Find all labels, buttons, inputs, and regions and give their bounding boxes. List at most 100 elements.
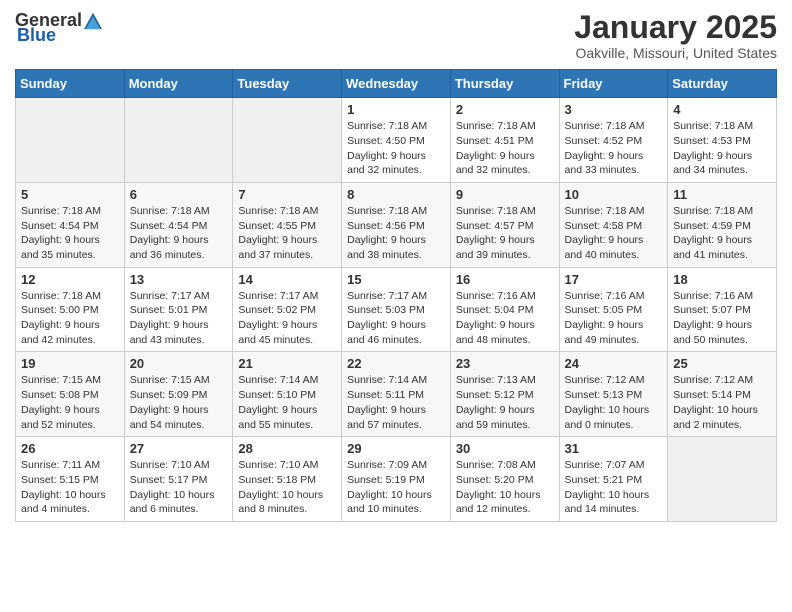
day-number: 7 <box>238 187 336 202</box>
calendar-cell: 25 Sunrise: 7:12 AMSunset: 5:14 PMDayligh… <box>668 352 777 437</box>
day-number: 14 <box>238 272 336 287</box>
day-info: Sunrise: 7:12 AMSunset: 5:14 PMDaylight:… <box>673 373 771 432</box>
day-info: Sunrise: 7:18 AMSunset: 4:57 PMDaylight:… <box>456 204 554 263</box>
day-info: Sunrise: 7:18 AMSunset: 4:54 PMDaylight:… <box>21 204 119 263</box>
weekday-header: Saturday <box>668 70 777 98</box>
day-info: Sunrise: 7:16 AMSunset: 5:05 PMDaylight:… <box>565 289 663 348</box>
day-number: 1 <box>347 102 445 117</box>
day-info: Sunrise: 7:11 AMSunset: 5:15 PMDaylight:… <box>21 458 119 517</box>
day-number: 25 <box>673 356 771 371</box>
day-info: Sunrise: 7:17 AMSunset: 5:03 PMDaylight:… <box>347 289 445 348</box>
day-number: 23 <box>456 356 554 371</box>
day-info: Sunrise: 7:15 AMSunset: 5:09 PMDaylight:… <box>130 373 228 432</box>
calendar-cell: 22 Sunrise: 7:14 AMSunset: 5:11 PMDayligh… <box>342 352 451 437</box>
calendar-cell: 11 Sunrise: 7:18 AMSunset: 4:59 PMDayligh… <box>668 182 777 267</box>
day-info: Sunrise: 7:18 AMSunset: 4:59 PMDaylight:… <box>673 204 771 263</box>
day-info: Sunrise: 7:18 AMSunset: 4:56 PMDaylight:… <box>347 204 445 263</box>
calendar-cell: 8 Sunrise: 7:18 AMSunset: 4:56 PMDaylight… <box>342 182 451 267</box>
day-number: 17 <box>565 272 663 287</box>
day-number: 22 <box>347 356 445 371</box>
calendar-cell <box>668 437 777 522</box>
calendar-cell: 26Sunrise: 7:11 AMSunset: 5:15 PMDayligh… <box>16 437 125 522</box>
day-info: Sunrise: 7:07 AMSunset: 5:21 PMDaylight:… <box>565 458 663 517</box>
weekday-header: Sunday <box>16 70 125 98</box>
calendar-cell: 31 Sunrise: 7:07 AMSunset: 5:21 PMDayligh… <box>559 437 668 522</box>
calendar-week-row: 19Sunrise: 7:15 AMSunset: 5:08 PMDayligh… <box>16 352 777 437</box>
day-number: 12 <box>21 272 119 287</box>
calendar-cell: 28Sunrise: 7:10 AMSunset: 5:18 PMDayligh… <box>233 437 342 522</box>
day-info: Sunrise: 7:18 AMSunset: 4:53 PMDaylight:… <box>673 119 771 178</box>
day-number: 2 <box>456 102 554 117</box>
calendar-cell: 4Sunrise: 7:18 AMSunset: 4:53 PMDaylight… <box>668 98 777 183</box>
calendar: SundayMondayTuesdayWednesdayThursdayFrid… <box>15 69 777 522</box>
day-info: Sunrise: 7:14 AMSunset: 5:11 PMDaylight:… <box>347 373 445 432</box>
header-right: January 2025 Oakville, Missouri, United … <box>574 10 777 61</box>
day-info: Sunrise: 7:18 AMSunset: 4:55 PMDaylight:… <box>238 204 336 263</box>
day-info: Sunrise: 7:14 AMSunset: 5:10 PMDaylight:… <box>238 373 336 432</box>
day-info: Sunrise: 7:16 AMSunset: 5:07 PMDaylight:… <box>673 289 771 348</box>
day-number: 10 <box>565 187 663 202</box>
calendar-cell: 7 Sunrise: 7:18 AMSunset: 4:55 PMDaylight… <box>233 182 342 267</box>
calendar-cell: 20Sunrise: 7:15 AMSunset: 5:09 PMDayligh… <box>124 352 233 437</box>
day-info: Sunrise: 7:12 AMSunset: 5:13 PMDaylight:… <box>565 373 663 432</box>
day-number: 3 <box>565 102 663 117</box>
day-number: 13 <box>130 272 228 287</box>
weekday-header: Tuesday <box>233 70 342 98</box>
logo-icon <box>84 12 102 30</box>
calendar-cell: 6 Sunrise: 7:18 AMSunset: 4:54 PMDaylight… <box>124 182 233 267</box>
weekday-header: Friday <box>559 70 668 98</box>
day-info: Sunrise: 7:18 AMSunset: 4:58 PMDaylight:… <box>565 204 663 263</box>
day-number: 15 <box>347 272 445 287</box>
calendar-cell: 21 Sunrise: 7:14 AMSunset: 5:10 PMDayligh… <box>233 352 342 437</box>
calendar-cell: 19Sunrise: 7:15 AMSunset: 5:08 PMDayligh… <box>16 352 125 437</box>
day-number: 8 <box>347 187 445 202</box>
day-number: 21 <box>238 356 336 371</box>
calendar-cell: 14Sunrise: 7:17 AMSunset: 5:02 PMDayligh… <box>233 267 342 352</box>
calendar-cell: 12 Sunrise: 7:18 AMSunset: 5:00 PMDayligh… <box>16 267 125 352</box>
calendar-cell <box>16 98 125 183</box>
header: General Blue January 2025 Oakville, Miss… <box>15 10 777 61</box>
calendar-cell: 9Sunrise: 7:18 AMSunset: 4:57 PMDaylight… <box>450 182 559 267</box>
day-number: 18 <box>673 272 771 287</box>
weekday-header: Wednesday <box>342 70 451 98</box>
day-info: Sunrise: 7:10 AMSunset: 5:17 PMDaylight:… <box>130 458 228 517</box>
day-number: 5 <box>21 187 119 202</box>
calendar-cell: 29 Sunrise: 7:09 AMSunset: 5:19 PMDayligh… <box>342 437 451 522</box>
day-info: Sunrise: 7:13 AMSunset: 5:12 PMDaylight:… <box>456 373 554 432</box>
day-info: Sunrise: 7:09 AMSunset: 5:19 PMDaylight:… <box>347 458 445 517</box>
weekday-header: Thursday <box>450 70 559 98</box>
weekday-header-row: SundayMondayTuesdayWednesdayThursdayFrid… <box>16 70 777 98</box>
calendar-week-row: 26Sunrise: 7:11 AMSunset: 5:15 PMDayligh… <box>16 437 777 522</box>
weekday-header: Monday <box>124 70 233 98</box>
calendar-week-row: 1 Sunrise: 7:18 AMSunset: 4:50 PMDaylight… <box>16 98 777 183</box>
calendar-cell: 30Sunrise: 7:08 AMSunset: 5:20 PMDayligh… <box>450 437 559 522</box>
month-title: January 2025 <box>574 10 777 45</box>
calendar-cell: 18 Sunrise: 7:16 AMSunset: 5:07 PMDayligh… <box>668 267 777 352</box>
calendar-cell: 23 Sunrise: 7:13 AMSunset: 5:12 PMDayligh… <box>450 352 559 437</box>
calendar-cell: 27 Sunrise: 7:10 AMSunset: 5:17 PMDayligh… <box>124 437 233 522</box>
day-info: Sunrise: 7:18 AMSunset: 4:50 PMDaylight:… <box>347 119 445 178</box>
calendar-week-row: 5 Sunrise: 7:18 AMSunset: 4:54 PMDaylight… <box>16 182 777 267</box>
calendar-cell: 1 Sunrise: 7:18 AMSunset: 4:50 PMDaylight… <box>342 98 451 183</box>
calendar-cell: 3 Sunrise: 7:18 AMSunset: 4:52 PMDaylight… <box>559 98 668 183</box>
day-number: 16 <box>456 272 554 287</box>
day-info: Sunrise: 7:18 AMSunset: 5:00 PMDaylight:… <box>21 289 119 348</box>
day-info: Sunrise: 7:18 AMSunset: 4:54 PMDaylight:… <box>130 204 228 263</box>
calendar-cell <box>124 98 233 183</box>
location: Oakville, Missouri, United States <box>574 45 777 61</box>
logo-blue: Blue <box>17 25 56 46</box>
day-number: 27 <box>130 441 228 456</box>
day-number: 29 <box>347 441 445 456</box>
day-info: Sunrise: 7:18 AMSunset: 4:52 PMDaylight:… <box>565 119 663 178</box>
calendar-cell: 5 Sunrise: 7:18 AMSunset: 4:54 PMDaylight… <box>16 182 125 267</box>
day-number: 11 <box>673 187 771 202</box>
day-info: Sunrise: 7:17 AMSunset: 5:01 PMDaylight:… <box>130 289 228 348</box>
day-info: Sunrise: 7:10 AMSunset: 5:18 PMDaylight:… <box>238 458 336 517</box>
day-number: 19 <box>21 356 119 371</box>
logo: General Blue <box>15 10 102 46</box>
calendar-cell: 24Sunrise: 7:12 AMSunset: 5:13 PMDayligh… <box>559 352 668 437</box>
calendar-cell <box>233 98 342 183</box>
day-number: 31 <box>565 441 663 456</box>
day-info: Sunrise: 7:18 AMSunset: 4:51 PMDaylight:… <box>456 119 554 178</box>
day-number: 6 <box>130 187 228 202</box>
